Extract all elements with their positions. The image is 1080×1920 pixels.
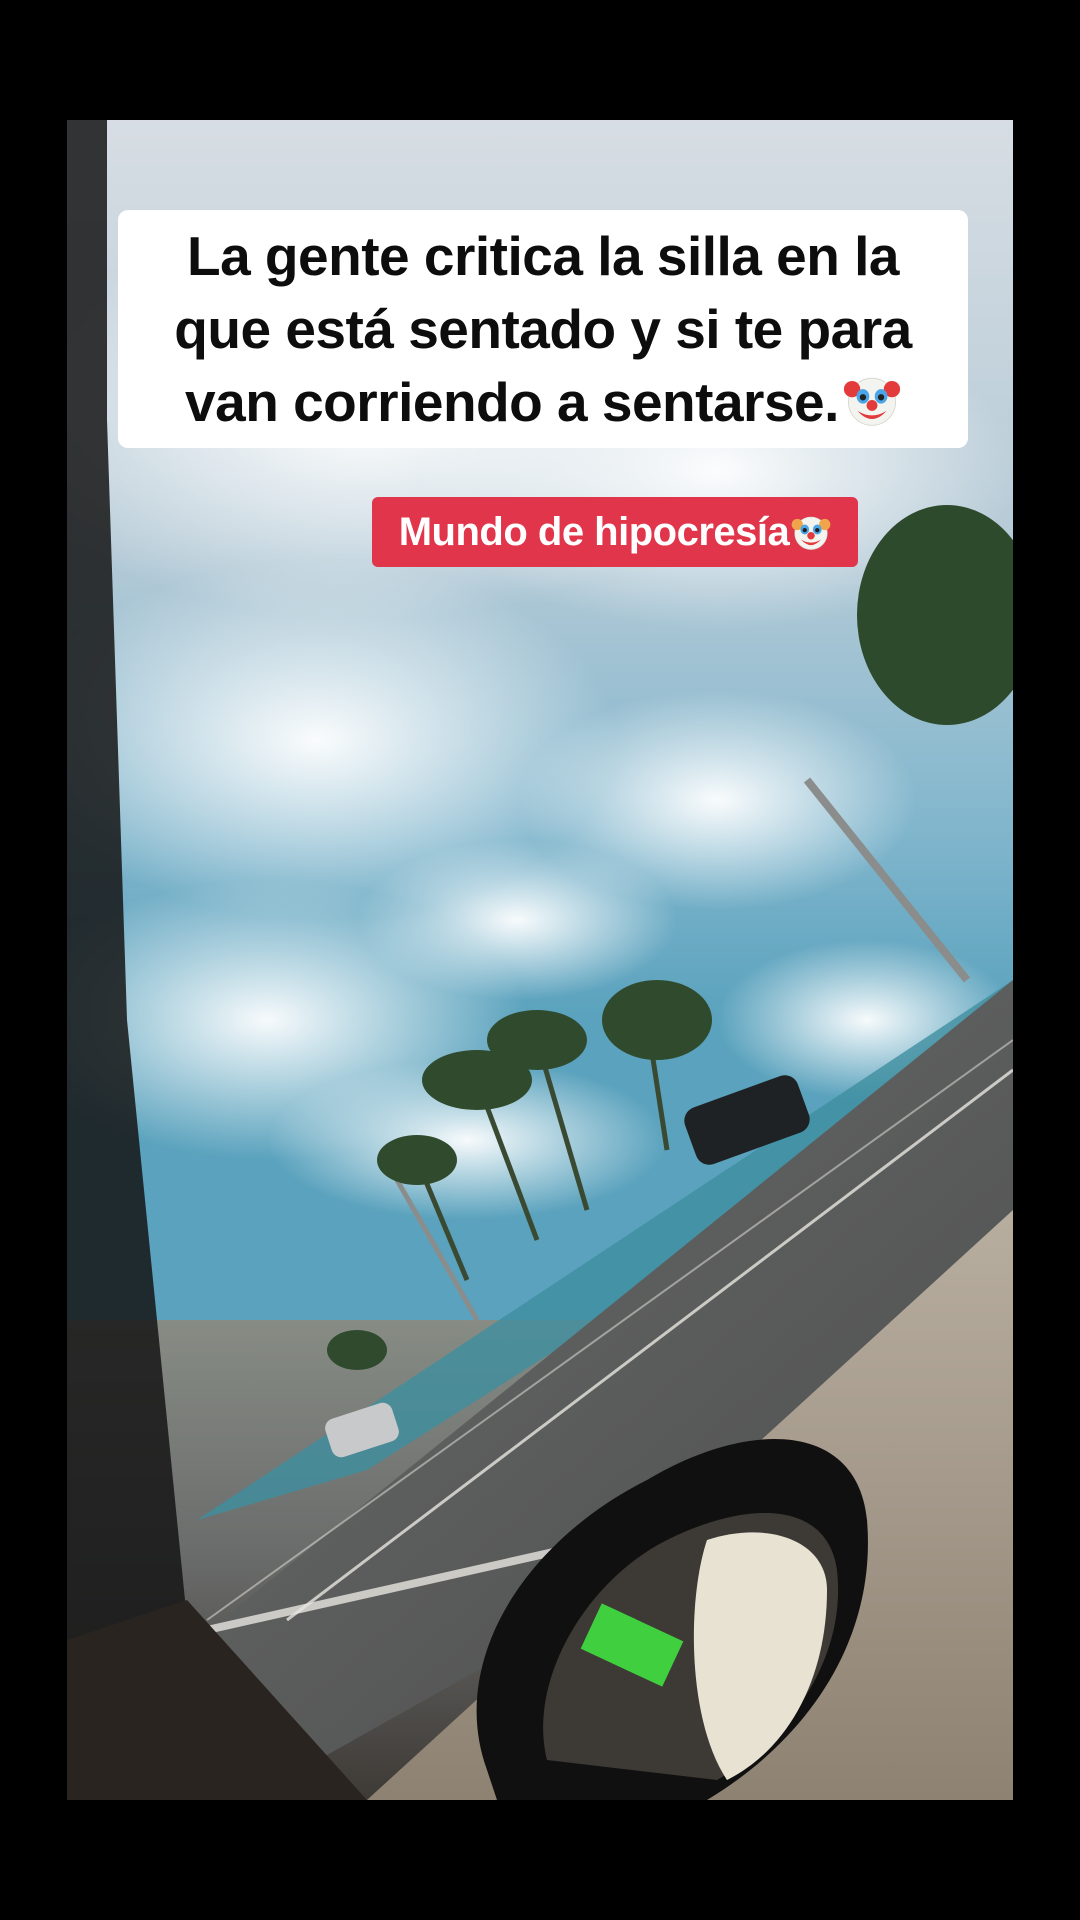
clown-face-icon: [791, 516, 831, 550]
caption-line-2: que está sentado y si te para: [174, 297, 912, 360]
caption-box: La gente critica la silla en la que está…: [118, 210, 968, 448]
tag-text: Mundo de hipocresía: [398, 509, 790, 554]
tag-label: Mundo de hipocresía: [372, 497, 858, 567]
clown-face-icon: [843, 377, 901, 426]
caption-line-3: van corriendo a sentarse.: [185, 370, 839, 433]
caption-line-1: La gente critica la silla en la: [186, 224, 900, 287]
video-frame: La gente critica la silla en la que está…: [0, 0, 1080, 1920]
caption-text: La gente critica la silla en la que está…: [174, 220, 912, 439]
